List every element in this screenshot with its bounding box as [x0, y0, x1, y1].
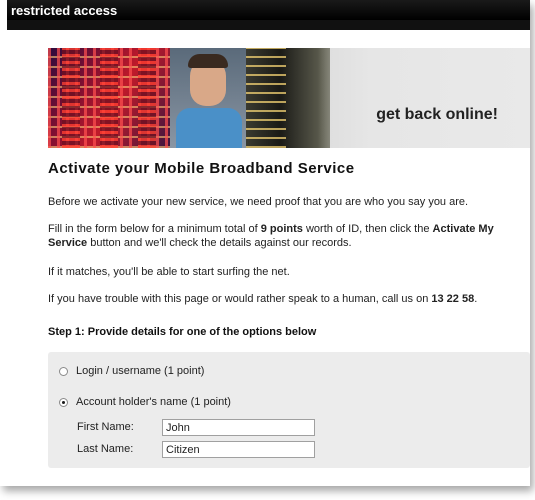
promo-banner: get back online! [48, 48, 530, 148]
instructions-text: Fill in the form below for a minimum tot… [48, 223, 261, 235]
match-paragraph: If it matches, you'll be able to start s… [48, 266, 290, 278]
first-name-label: First Name: [77, 421, 134, 433]
help-paragraph: If you have trouble with this page or wo… [48, 292, 530, 306]
banner-building [138, 48, 156, 148]
step-heading: Step 1: Provide details for one of the o… [48, 326, 317, 338]
id-options-panel: Login / username (1 point) Account holde… [48, 352, 530, 468]
option-login[interactable]: Login / username (1 point) [59, 365, 204, 377]
first-name-field[interactable] [162, 419, 315, 436]
instructions-text: worth of ID, then click the [302, 223, 433, 235]
banner-tagline: get back online! [376, 106, 498, 123]
option-label: Login / username (1 point) [76, 365, 205, 377]
last-name-label: Last Name: [77, 443, 134, 455]
page-title: Activate your Mobile Broadband Service [48, 160, 355, 177]
banner-building [62, 48, 80, 148]
option-account-holder[interactable]: Account holder's name (1 point) [59, 396, 231, 408]
banner-person-image [170, 48, 246, 148]
header-bar: restricted access [0, 0, 530, 30]
banner-city-image [48, 48, 170, 148]
page-window: restricted access get back online! Activ… [0, 0, 530, 486]
option-label: Account holder's name (1 point) [76, 396, 231, 408]
header-bar-bottom [7, 20, 530, 30]
banner-building [100, 48, 118, 148]
banner-fade [318, 48, 530, 148]
instructions-text: button and we'll check the details again… [87, 237, 352, 249]
header-title: restricted access [11, 3, 118, 18]
points-required: 9 points [260, 223, 303, 235]
login-radio[interactable] [59, 366, 68, 376]
help-text: If you have trouble with this page or wo… [48, 293, 432, 305]
account-holder-radio[interactable] [59, 397, 68, 407]
phone-number: 13 22 58 [431, 293, 475, 305]
help-text: . [474, 293, 478, 305]
last-name-field[interactable] [162, 441, 315, 458]
intro-paragraph: Before we activate your new service, we … [48, 196, 469, 208]
instructions-paragraph: Fill in the form below for a minimum tot… [48, 222, 530, 250]
